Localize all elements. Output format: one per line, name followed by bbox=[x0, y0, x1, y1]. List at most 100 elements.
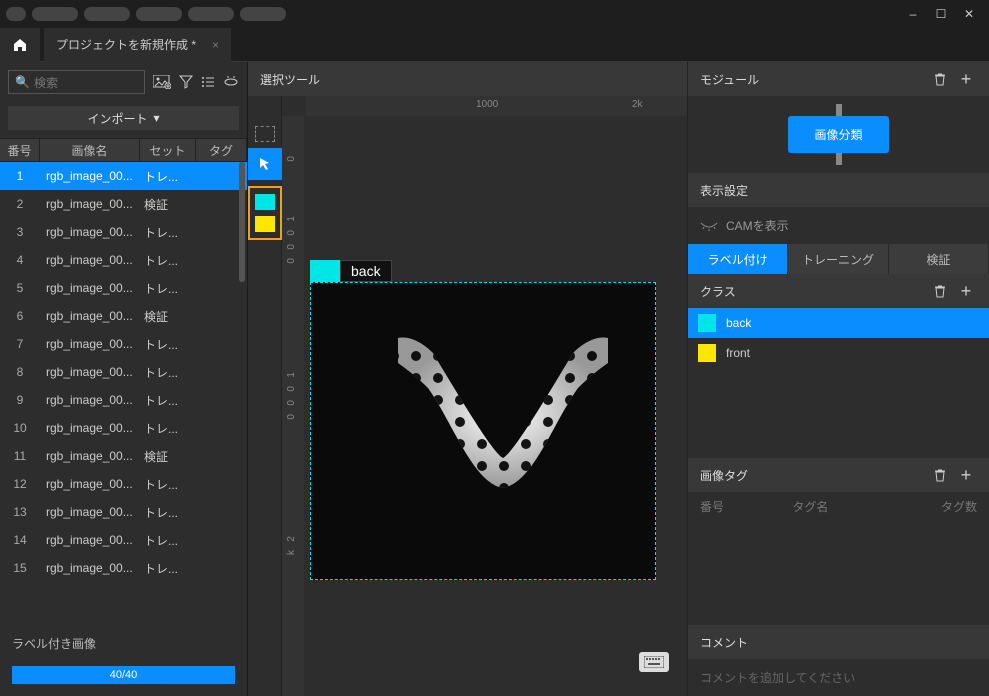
class-list: backfront bbox=[688, 308, 989, 368]
tab-title: プロジェクトを新規作成 * bbox=[56, 36, 196, 53]
marquee-tool[interactable] bbox=[255, 126, 275, 142]
table-row[interactable]: 1rgb_image_00...トレ... bbox=[0, 162, 247, 190]
menu-pill[interactable] bbox=[188, 7, 234, 21]
close-button[interactable]: ✕ bbox=[955, 0, 983, 28]
ruler-horizontal: 1000 2k bbox=[306, 96, 687, 116]
table-row[interactable]: 2rgb_image_00...検証 bbox=[0, 190, 247, 218]
menu-pill[interactable] bbox=[136, 7, 182, 21]
color-swatches bbox=[248, 186, 282, 240]
progress-bar: 40/40 bbox=[12, 666, 235, 684]
tagcol-count: タグ数 bbox=[885, 498, 977, 515]
eye-closed-icon bbox=[700, 221, 718, 231]
image-view[interactable] bbox=[310, 282, 656, 580]
display-title: 表示設定 bbox=[700, 182, 748, 199]
swatch-yellow[interactable] bbox=[255, 216, 275, 232]
display-header: 表示設定 bbox=[688, 173, 989, 207]
table-row[interactable]: 12rgb_image_00...トレ... bbox=[0, 470, 247, 498]
menu-pill[interactable] bbox=[84, 7, 130, 21]
class-title: クラス bbox=[700, 283, 736, 300]
property-panel: モジュール + 画像分類 表示設定 CAMを表示 ラベル付け トレーニング 検証… bbox=[687, 62, 989, 696]
class-row[interactable]: back bbox=[688, 308, 989, 338]
module-graph: 画像分類 bbox=[688, 96, 989, 173]
cursor-tool[interactable] bbox=[248, 148, 282, 180]
add-icon[interactable]: + bbox=[955, 464, 977, 486]
table-row[interactable]: 6rgb_image_00...検証 bbox=[0, 302, 247, 330]
view-icon[interactable] bbox=[223, 75, 239, 89]
table-row[interactable]: 9rgb_image_00...トレ... bbox=[0, 386, 247, 414]
table-row[interactable]: 11rgb_image_00...検証 bbox=[0, 442, 247, 470]
table-row[interactable]: 8rgb_image_00...トレ... bbox=[0, 358, 247, 386]
tab-labeling[interactable]: ラベル付け bbox=[688, 244, 788, 274]
menu-pill[interactable] bbox=[32, 7, 78, 21]
col-num[interactable]: 番号 bbox=[0, 139, 40, 161]
tab-training[interactable]: トレーニング bbox=[788, 244, 888, 274]
cam-toggle-row[interactable]: CAMを表示 bbox=[688, 207, 989, 244]
label-chip[interactable]: back bbox=[310, 260, 392, 282]
home-button[interactable] bbox=[0, 28, 40, 62]
search-input[interactable]: 🔍 検索 bbox=[8, 70, 145, 94]
tab-bar: プロジェクトを新規作成 * × bbox=[0, 28, 989, 62]
comment-header: コメント bbox=[688, 625, 989, 659]
imagetag-title: 画像タグ bbox=[700, 467, 748, 484]
swatch-cyan[interactable] bbox=[255, 194, 275, 210]
col-tag[interactable]: タグ bbox=[196, 139, 247, 161]
col-set[interactable]: セット bbox=[140, 139, 196, 161]
menu-pill[interactable] bbox=[240, 7, 286, 21]
comment-title: コメント bbox=[700, 634, 748, 651]
table-row[interactable]: 4rgb_image_00...トレ... bbox=[0, 246, 247, 274]
comment-input[interactable]: コメントを追加してください bbox=[688, 659, 989, 696]
keyboard-icon[interactable] bbox=[639, 652, 669, 672]
table-row[interactable]: 15rgb_image_00...トレ... bbox=[0, 554, 247, 582]
table-row[interactable]: 10rgb_image_00...トレ... bbox=[0, 414, 247, 442]
dropdown-icon: ▾ bbox=[153, 111, 159, 125]
list-icon[interactable] bbox=[201, 75, 215, 89]
class-row[interactable]: front bbox=[688, 338, 989, 368]
filter-icon[interactable] bbox=[179, 75, 193, 89]
canvas-panel: 選択ツール 1000 2k 0 1 0 bbox=[248, 62, 687, 696]
maximize-button[interactable]: ☐ bbox=[927, 0, 955, 28]
minimize-button[interactable]: – bbox=[899, 0, 927, 28]
image-table-header: 番号 画像名 セット タグ bbox=[0, 138, 247, 162]
table-row[interactable]: 3rgb_image_00...トレ... bbox=[0, 218, 247, 246]
add-icon[interactable]: + bbox=[955, 68, 977, 90]
trash-icon[interactable] bbox=[929, 280, 951, 302]
canvas-title: 選択ツール bbox=[248, 62, 687, 96]
table-row[interactable]: 14rgb_image_00...トレ... bbox=[0, 526, 247, 554]
image-icon[interactable] bbox=[153, 75, 171, 89]
titlebar: – ☐ ✕ bbox=[0, 0, 989, 28]
module-node-button[interactable]: 画像分類 bbox=[788, 116, 888, 153]
search-icon: 🔍 bbox=[15, 75, 30, 89]
part-shape bbox=[383, 323, 623, 503]
tag-table-header: 番号 タグ名 タグ数 bbox=[688, 492, 989, 521]
menu-pill[interactable] bbox=[6, 7, 26, 21]
class-header: クラス + bbox=[688, 274, 989, 308]
trash-icon[interactable] bbox=[929, 68, 951, 90]
imagetag-header: 画像タグ + bbox=[688, 458, 989, 492]
trash-icon[interactable] bbox=[929, 464, 951, 486]
label-chip-swatch bbox=[310, 260, 340, 282]
import-button[interactable]: インポート ▾ bbox=[8, 106, 239, 130]
project-tab[interactable]: プロジェクトを新規作成 * × bbox=[44, 28, 231, 62]
module-title: モジュール bbox=[700, 71, 759, 88]
ruler-vertical: 0 1 0 0 0 1 0 0 0 2 k bbox=[282, 116, 304, 696]
module-header: モジュール + bbox=[688, 62, 989, 96]
import-label: インポート bbox=[87, 110, 147, 127]
table-row[interactable]: 5rgb_image_00...トレ... bbox=[0, 274, 247, 302]
table-row[interactable]: 13rgb_image_00...トレ... bbox=[0, 498, 247, 526]
cam-label: CAMを表示 bbox=[726, 217, 789, 234]
tab-close-icon[interactable]: × bbox=[212, 38, 219, 52]
col-name[interactable]: 画像名 bbox=[40, 139, 140, 161]
tab-validation[interactable]: 検証 bbox=[889, 244, 989, 274]
image-rows: 1rgb_image_00...トレ...2rgb_image_00...検証3… bbox=[0, 162, 247, 625]
table-row[interactable]: 7rgb_image_00...トレ... bbox=[0, 330, 247, 358]
tool-palette bbox=[248, 96, 282, 696]
add-icon[interactable]: + bbox=[955, 280, 977, 302]
label-chip-text: back bbox=[340, 260, 392, 282]
search-placeholder: 検索 bbox=[34, 74, 58, 91]
scrollbar[interactable] bbox=[239, 162, 245, 282]
image-list-panel: 🔍 検索 インポート ▾ 番号 画像名 セット タグ bbox=[0, 62, 248, 696]
tagcol-num: 番号 bbox=[700, 498, 792, 515]
labeled-images-label: ラベル付き画像 bbox=[0, 625, 247, 662]
tagcol-name: タグ名 bbox=[792, 498, 884, 515]
canvas[interactable]: 1000 2k 0 1 0 0 0 1 0 0 0 2 k bbox=[282, 96, 687, 696]
